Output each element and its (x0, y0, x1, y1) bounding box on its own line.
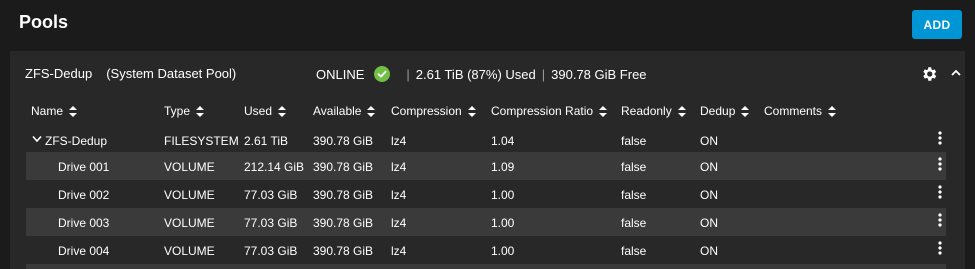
cell-name: Drive 001 (58, 160, 110, 174)
cell-dedup: ON (700, 188, 718, 202)
cell-readonly: false (621, 160, 647, 174)
cell-type: VOLUME (164, 160, 215, 174)
column-header-name[interactable]: Name (31, 104, 78, 118)
column-header-type[interactable]: Type (164, 104, 205, 118)
cell-used: 77.03 GiB (244, 216, 298, 230)
cell-used: 2.61 TiB (244, 134, 289, 148)
table-row[interactable]: Drive 003 VOLUME 77.03 GiB 390.78 GiB lz… (26, 208, 946, 236)
cell-dedup: ON (700, 244, 718, 258)
divider: | (406, 66, 410, 82)
table-row[interactable]: ZFS-Dedup FILESYSTEM 2.61 TiB 390.78 GiB… (26, 126, 946, 154)
column-header-compression[interactable]: Compression (391, 104, 476, 118)
cell-ratio: 1.00 (491, 188, 515, 202)
cell-name: Drive 003 (58, 216, 110, 230)
pool-note: (System Dataset Pool) (106, 66, 237, 81)
more-vertical-icon[interactable] (938, 131, 942, 145)
sort-icon (677, 105, 686, 117)
more-vertical-icon[interactable] (938, 213, 942, 227)
cell-readonly: false (621, 216, 647, 230)
chevron-up-icon[interactable] (949, 66, 963, 80)
sort-icon (599, 105, 608, 117)
pool-name-label: ZFS-Dedup (25, 66, 93, 81)
cell-available: 390.78 GiB (313, 160, 374, 174)
cell-compression: lz4 (391, 134, 407, 148)
cell-used: 77.03 GiB (244, 244, 298, 258)
cell-ratio: 1.09 (491, 160, 515, 174)
cell-available: 390.78 GiB (313, 244, 374, 258)
cell-compression: lz4 (391, 160, 407, 174)
sort-icon (741, 105, 750, 117)
sort-icon (278, 105, 287, 117)
column-header-used[interactable]: Used (244, 104, 287, 118)
divider: | (541, 66, 546, 82)
pool-card: ZFS-Dedup (System Dataset Pool) ONLINE | … (10, 51, 965, 269)
pool-status-label: ONLINE (316, 66, 365, 82)
sort-icon (367, 105, 376, 117)
sort-icon (828, 105, 837, 117)
more-vertical-icon[interactable] (938, 241, 942, 255)
cell-ratio: 1.00 (491, 216, 515, 230)
more-vertical-icon[interactable] (938, 157, 942, 171)
table-header: Name Type Used Available Compression Com… (10, 99, 965, 123)
column-header-available[interactable]: Available (313, 104, 376, 118)
sort-icon (69, 105, 78, 117)
pool-free: 390.78 GiB Free (551, 66, 647, 82)
cell-dedup: ON (700, 160, 718, 174)
page-title: Pools (19, 12, 69, 32)
cell-name: ZFS-Dedup (45, 134, 108, 148)
column-header-readonly[interactable]: Readonly (621, 104, 686, 118)
sort-icon (196, 105, 205, 117)
cell-available: 390.78 GiB (313, 188, 374, 202)
cell-name: Drive 002 (58, 188, 110, 202)
cell-compression: lz4 (391, 216, 407, 230)
pool-status: ONLINE | 2.61 TiB (87%) Used | 390.78 Gi… (316, 66, 647, 82)
column-header-comments[interactable]: Comments (764, 104, 837, 118)
table-row[interactable]: Drive 001 VOLUME 212.14 GiB 390.78 GiB l… (26, 152, 946, 180)
column-header-dedup[interactable]: Dedup (700, 104, 750, 118)
cell-dedup: ON (700, 134, 718, 148)
column-header-compression-ratio[interactable]: Compression Ratio (491, 104, 608, 118)
cell-available: 390.78 GiB (313, 216, 374, 230)
cell-available: 390.78 GiB (313, 134, 374, 148)
cell-readonly: false (621, 134, 647, 148)
sort-icon (467, 105, 476, 117)
cell-compression: lz4 (391, 244, 407, 258)
cell-dedup: ON (700, 216, 718, 230)
cell-used: 77.03 GiB (244, 188, 298, 202)
page-header: Pools ADD (0, 0, 975, 50)
cell-used: 212.14 GiB (244, 160, 305, 174)
table-row[interactable]: Drive 004 VOLUME 77.03 GiB 390.78 GiB lz… (26, 236, 946, 264)
cell-name: Drive 004 (58, 244, 110, 258)
cell-type: VOLUME (164, 244, 215, 258)
table-row (26, 264, 946, 269)
cell-ratio: 1.04 (491, 134, 515, 148)
cell-type: VOLUME (164, 216, 215, 230)
cell-compression: lz4 (391, 188, 407, 202)
add-button[interactable]: ADD (912, 10, 962, 39)
pool-used: 2.61 TiB (87%) Used (415, 66, 536, 82)
cell-readonly: false (621, 188, 647, 202)
cell-type: FILESYSTEM (164, 134, 239, 148)
cell-type: VOLUME (164, 188, 215, 202)
pool-name: ZFS-Dedup (System Dataset Pool) (25, 66, 236, 81)
cell-ratio: 1.00 (491, 244, 515, 258)
check-circle-icon (374, 66, 391, 82)
gear-icon[interactable] (920, 65, 938, 83)
more-vertical-icon[interactable] (938, 185, 942, 199)
table-row[interactable]: Drive 002 VOLUME 77.03 GiB 390.78 GiB lz… (26, 180, 946, 208)
cell-readonly: false (621, 244, 647, 258)
chevron-down-icon[interactable] (32, 135, 42, 143)
